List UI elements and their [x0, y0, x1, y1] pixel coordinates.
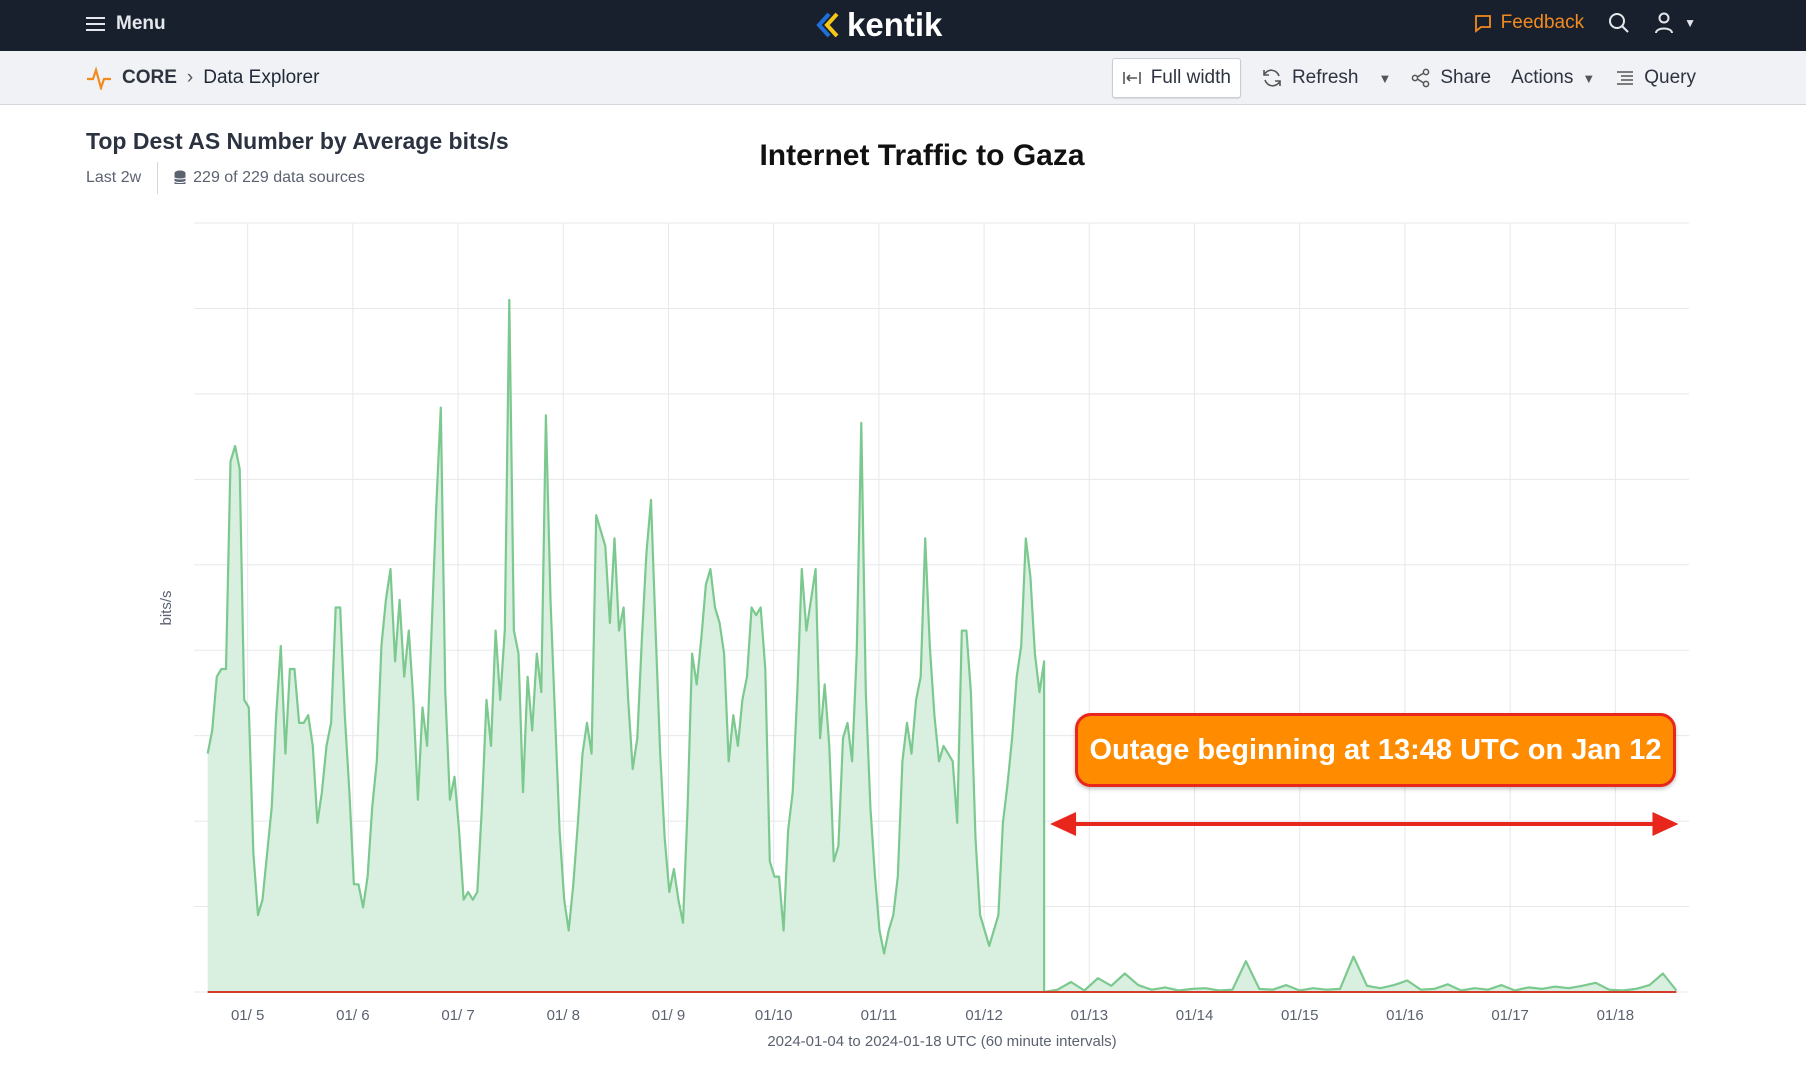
outage-arrow-right-head [1652, 812, 1679, 836]
x-tick-label: 01/14 [1176, 1007, 1214, 1024]
x-tick-label: 01/10 [755, 1007, 793, 1024]
traffic-chart: 01/ 5 01/ 6 01/ 7 01/ 8 01/ 9 01/10 01/11 01/12… [158, 222, 1689, 1050]
x-tick-label: 01/ 8 [547, 1007, 580, 1024]
y-axis-label: bits/s [158, 590, 175, 625]
x-tick-label: 01/ 7 [441, 1007, 474, 1024]
x-tick-label: 01/ 9 [652, 1007, 685, 1024]
outage-annotation: Outage beginning at 13:48 UTC on Jan 12 [1075, 713, 1676, 787]
series-area [207, 299, 1677, 992]
x-tick-label: 01/12 [965, 1007, 1003, 1024]
x-tick-label: 01/ 6 [336, 1007, 369, 1024]
x-tick-label: 01/15 [1281, 1007, 1319, 1024]
x-axis-label: 2024-01-04 to 2024-01-18 UTC (60 minute … [767, 1033, 1116, 1050]
x-tick-label: 01/ 5 [231, 1007, 264, 1024]
x-tick-label: 01/17 [1491, 1007, 1529, 1024]
x-tick-label: 01/16 [1386, 1007, 1424, 1024]
x-tick-label: 01/13 [1071, 1007, 1109, 1024]
x-tick-label: 01/18 [1597, 1007, 1635, 1024]
x-tick-label: 01/11 [861, 1007, 897, 1024]
outage-arrow-left-head [1050, 812, 1077, 836]
